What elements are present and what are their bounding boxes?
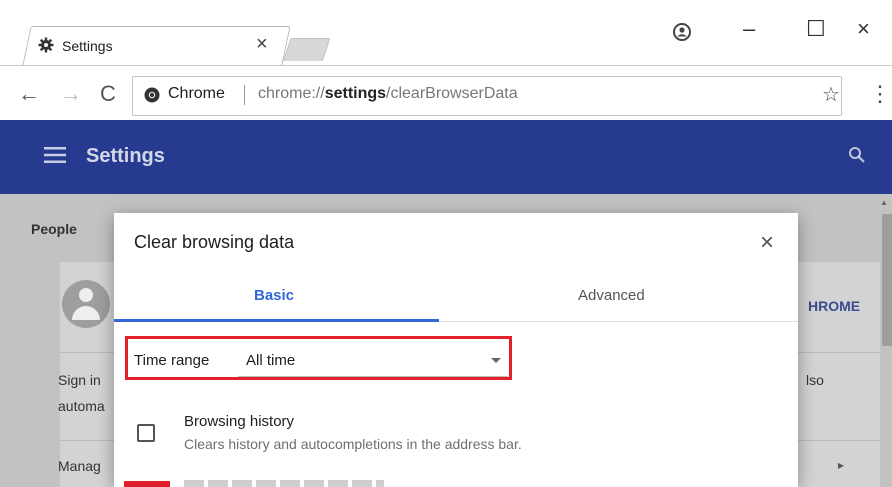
chevron-right-icon: ▸	[838, 458, 845, 472]
address-separator	[244, 85, 245, 105]
scroll-up-arrow-icon[interactable]: ▲	[880, 198, 888, 207]
select-underline	[238, 376, 508, 377]
maximize-button[interactable]: ☐	[806, 16, 826, 42]
sign-in-text-line2: automa	[58, 398, 105, 414]
cutoff-text-fragment	[184, 480, 384, 487]
manage-people-row: Manag	[58, 458, 101, 474]
url-text[interactable]: chrome://settings/clearBrowserData	[258, 85, 518, 103]
next-option-cutoff	[184, 480, 384, 487]
url-host: settings	[324, 85, 387, 102]
menu-icon[interactable]: ⋮	[869, 81, 891, 107]
url-prefix: chrome://	[258, 85, 325, 102]
page-title: Settings	[86, 145, 165, 167]
dialog-title: Clear browsing data	[134, 232, 295, 252]
browsing-history-checkbox[interactable]	[137, 424, 155, 442]
tab-close-icon[interactable]: ×	[256, 33, 268, 56]
scrollbar[interactable]	[882, 214, 892, 346]
back-button[interactable]: ←	[18, 81, 40, 107]
people-section-heading: People	[31, 221, 77, 237]
selected-tab-indicator	[114, 319, 439, 322]
new-tab-button[interactable]	[283, 38, 331, 61]
sign-in-chrome-button: HROME	[808, 298, 861, 314]
time-range-value: All time	[246, 352, 296, 369]
time-range-label: Time range	[134, 352, 210, 369]
tab-title: Settings	[62, 38, 113, 54]
profile-icon[interactable]	[672, 22, 692, 42]
chrome-icon	[144, 87, 160, 103]
close-window-button[interactable]: ×	[857, 16, 870, 42]
minimize-button[interactable]: –	[743, 16, 755, 42]
sign-in-text-right: lso	[806, 372, 824, 388]
avatar-head	[79, 288, 93, 302]
dialog-close-icon[interactable]: ×	[760, 229, 774, 257]
reload-button[interactable]: C	[100, 81, 116, 107]
browsing-history-description: Clears history and autocompletions in th…	[184, 436, 522, 452]
tab-basic[interactable]: Basic	[254, 287, 294, 304]
sign-in-text-line1: Sign in	[58, 372, 101, 388]
forward-button[interactable]: →	[60, 81, 82, 107]
dropdown-arrow-icon	[491, 358, 501, 363]
bookmark-star-icon[interactable]: ☆	[822, 82, 840, 107]
url-path: /clearBrowserData	[386, 85, 518, 102]
browsing-history-title: Browsing history	[184, 413, 295, 430]
gear-icon	[38, 37, 54, 53]
highlight-edge	[124, 481, 170, 487]
hamburger-menu-icon[interactable]	[44, 146, 66, 164]
tab-advanced[interactable]: Advanced	[578, 287, 645, 304]
site-name: Chrome	[168, 85, 225, 102]
search-icon[interactable]	[848, 146, 866, 164]
